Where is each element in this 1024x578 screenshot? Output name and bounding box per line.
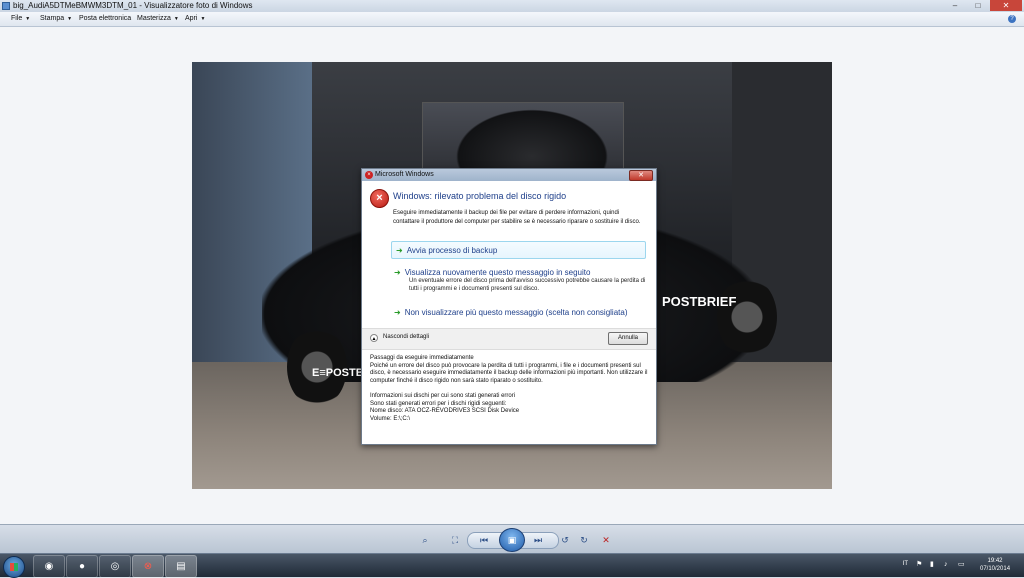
fit-window-icon[interactable]: ⛶ <box>447 533 463 547</box>
zoom-icon[interactable]: ⌕ <box>417 533 433 547</box>
firefox-icon[interactable]: ◉ <box>33 555 65 578</box>
language-indicator[interactable]: IT <box>903 561 908 567</box>
dialog-heading: Windows: rilevato problema del disco rig… <box>393 191 567 201</box>
clock-date: 07/10/2014 <box>980 566 1011 572</box>
rotate-left-icon[interactable]: ↺ <box>557 533 573 547</box>
flag-icon[interactable]: ⚑ <box>916 561 924 569</box>
clock-time: 19:42 <box>987 558 1003 564</box>
battery-icon[interactable]: ▭ <box>958 561 966 569</box>
chevron-down-icon: ▼ <box>25 16 31 22</box>
help-icon[interactable]: ? <box>1008 15 1016 23</box>
chrome-icon[interactable]: ◎ <box>99 555 131 578</box>
minimize-button[interactable]: – <box>944 0 966 11</box>
media-icon[interactable]: ● <box>66 555 98 578</box>
cancel-button[interactable]: Annulla <box>608 332 648 345</box>
arrow-right-icon: ➜ <box>394 308 401 317</box>
dialog-intro: Eseguire immediatamente il backup dei fi… <box>393 210 641 225</box>
details-line: Volume: E:\;C:\ <box>370 415 411 422</box>
viewer-toolbar: ⌕ ⛶ ⏮ ▣ ⏭ ↺ ↻ ✕ <box>0 524 1024 554</box>
photo-viewer-icon[interactable]: ▤ <box>165 555 197 578</box>
dialog-close-button[interactable]: ✕ <box>629 170 653 181</box>
menu-masterizza[interactable]: Masterizza ▼ <box>137 12 179 26</box>
details-line: Nome disco: ATA OCZ-REVODRIVE3 SCSI Disk… <box>370 408 520 414</box>
speaker-icon[interactable]: ♪ <box>944 561 952 569</box>
network-icon[interactable]: ▮ <box>930 561 938 569</box>
chevron-up-icon[interactable]: ▲ <box>370 334 378 342</box>
menu-posta-elettronica[interactable]: Posta elettronica <box>79 12 131 26</box>
details-section-body: Poiché un errore del disco può provocare… <box>370 362 648 384</box>
option-start-backup[interactable]: ➜ Avvia processo di backup <box>391 241 646 259</box>
menu-stampa[interactable]: Stampa ▼ <box>40 12 72 26</box>
photo-viewer-icon <box>2 2 10 10</box>
delete-icon[interactable]: ✕ <box>598 533 614 547</box>
photo-wheel <box>717 277 777 357</box>
window-controls: – □ ✕ <box>943 0 1022 12</box>
option-description: Un eventuale errore del disco prima dell… <box>409 278 646 292</box>
dialog-title: Microsoft Windows <box>375 171 434 178</box>
start-button[interactable] <box>3 556 25 578</box>
arrow-right-icon: ➜ <box>394 268 401 277</box>
arrow-right-icon: ➜ <box>396 246 403 255</box>
rotate-right-icon[interactable]: ↻ <box>576 533 592 547</box>
dialog-titlebar: × Microsoft Windows ✕ <box>362 169 656 181</box>
option-remind-later[interactable]: ➜ Visualizza nuovamente questo messaggio … <box>394 268 646 293</box>
details-section-title: Informazioni sui dischi per cui sono sta… <box>370 393 516 399</box>
menu-bar: File ▼ Stampa ▼ Posta elettronica Masteriz… <box>0 12 1024 27</box>
clock[interactable]: 19:42 07/10/2014 <box>980 557 1010 573</box>
slideshow-button[interactable]: ▣ <box>499 528 525 552</box>
taskbar: ◉ ● ◎ ⊗ ▤ IT ⚑ ▮ ♪ ▭ 19:42 07/10/2014 <box>0 553 1024 578</box>
error-dialog: × Microsoft Windows ✕ × Windows: rilevat… <box>361 168 657 445</box>
chevron-down-icon: ▼ <box>173 16 179 22</box>
menu-apri[interactable]: Apri ▼ <box>185 12 205 26</box>
photo-sponsor-label: POSTBRIEF <box>662 294 737 309</box>
close-window-button[interactable]: ✕ <box>990 0 1022 11</box>
option-never-show[interactable]: ➜ Non visualizzare più questo messaggio (… <box>394 308 646 317</box>
maximize-button[interactable]: □ <box>967 0 989 11</box>
dialog-footer: ▲ Nascondi dettagli Annulla <box>362 328 656 350</box>
error-icon[interactable]: ⊗ <box>132 555 164 578</box>
details-line: Sono stati generati errori per i dischi … <box>370 400 507 407</box>
details-section-title: Passaggi da eseguire immediatamente <box>370 355 474 361</box>
details-toggle[interactable]: Nascondi dettagli <box>383 334 429 340</box>
previous-icon[interactable]: ⏮ <box>476 533 492 547</box>
chevron-down-icon: ▼ <box>67 16 73 22</box>
chevron-down-icon: ▼ <box>200 16 206 22</box>
next-icon[interactable]: ⏭ <box>530 533 546 547</box>
window-title: big_AudiA5DTMeBMWM3DTM_01 - Visualizzato… <box>13 1 253 10</box>
error-icon: × <box>370 189 389 208</box>
details-panel: Passaggi da eseguire immediatamente Poic… <box>370 355 648 423</box>
error-icon: × <box>365 171 373 179</box>
menu-file[interactable]: File ▼ <box>11 12 30 26</box>
